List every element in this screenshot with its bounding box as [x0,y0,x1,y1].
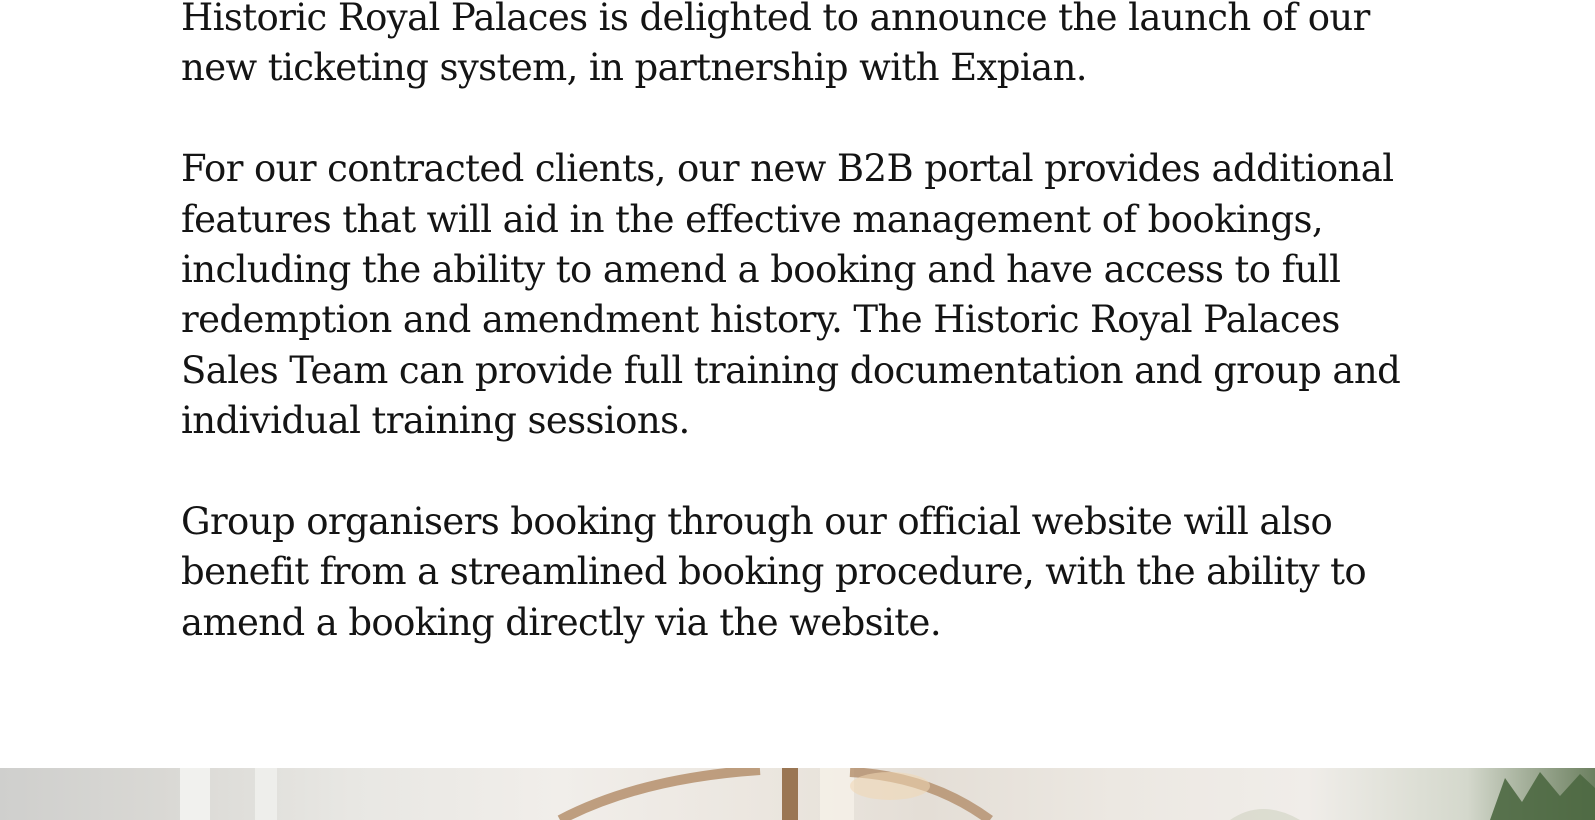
article-paragraph-b2b-portal: For our contracted clients, our new B2B … [181,147,1401,443]
article-body: Historic Royal Palaces is delighted to a… [181,0,1411,699]
hero-photo-detail [180,768,1595,820]
hero-photo [0,768,1595,820]
page: Historic Royal Palaces is delighted to a… [0,0,1595,820]
article-paragraph-group-organisers: Group organisers booking through our off… [181,500,1367,644]
article-paragraph-intro: Historic Royal Palaces is delighted to a… [181,0,1370,90]
